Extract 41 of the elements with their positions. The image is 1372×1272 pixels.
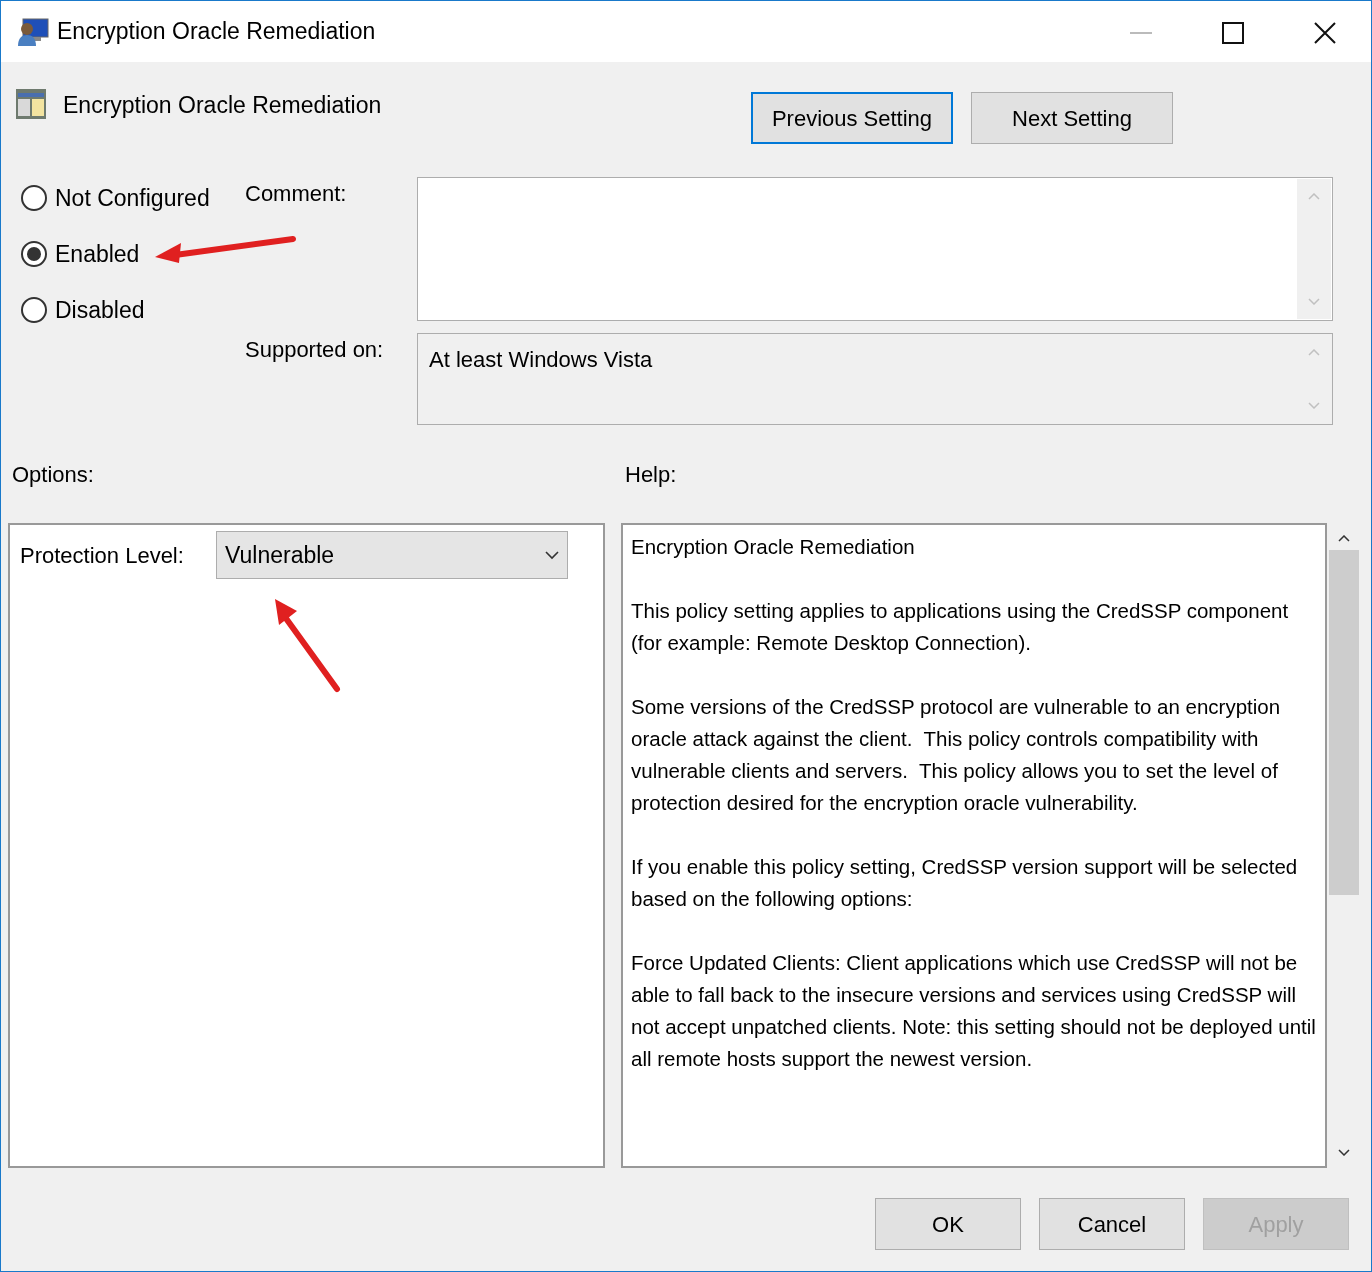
previous-setting-button[interactable]: Previous Setting bbox=[751, 92, 953, 144]
chevron-down-icon bbox=[545, 550, 559, 560]
scroll-down-icon bbox=[1308, 298, 1320, 305]
options-label: Options: bbox=[12, 460, 95, 489]
radio-button[interactable] bbox=[21, 185, 47, 211]
scroll-up-icon bbox=[1338, 535, 1350, 542]
scroll-up-icon bbox=[1308, 349, 1320, 356]
comment-field[interactable] bbox=[417, 177, 1333, 321]
maximize-icon bbox=[1222, 22, 1244, 45]
scroll-up-icon bbox=[1308, 193, 1320, 200]
app-icon bbox=[17, 16, 49, 47]
radio-option[interactable]: Not Configured bbox=[21, 170, 245, 226]
help-paragraph: Encryption Oracle Remediation bbox=[631, 534, 916, 560]
radio-label: Disabled bbox=[55, 295, 145, 325]
radio-label: Enabled bbox=[55, 239, 140, 269]
radio-button[interactable] bbox=[21, 297, 47, 323]
help-paragraph: Force Updated Clients: Client applications which use CredSSP will not be able to fall back to the insecure versions and services using CredSSP will not accept unpatched clients. Note: this setting should not be deployed until all remote hosts support the newest version. bbox=[631, 950, 1317, 1072]
window-title: Encryption Oracle Remediation bbox=[57, 17, 376, 47]
scroll-down-icon bbox=[1338, 1149, 1350, 1156]
radio-button[interactable] bbox=[21, 241, 47, 267]
next-setting-button[interactable]: Next Setting bbox=[971, 92, 1173, 144]
close-icon bbox=[1314, 22, 1336, 45]
help-paragraph: Some versions of the CredSSP protocol are vulnerable to an encryption oracle attack against the client. This policy controls compatibility with vulnerable clients and servers. This policy allows you to set the level of protection desired for the encryption oracle vulnerability. bbox=[631, 694, 1282, 816]
supported-on-value: At least Windows Vista bbox=[429, 346, 653, 374]
dialog-button[interactable]: OK bbox=[875, 1198, 1021, 1250]
minimize-icon bbox=[1130, 32, 1152, 35]
protection-level-label: Protection Level: bbox=[20, 541, 185, 570]
protection-level-dropdown[interactable]: Vulnerable bbox=[216, 531, 568, 579]
setting-name: Encryption Oracle Remediation bbox=[63, 91, 382, 120]
radio-option[interactable]: Disabled bbox=[21, 282, 245, 338]
help-paragraph: This policy setting applies to applications using the CredSSP component (for example: Remote Desktop Connection). bbox=[631, 598, 1290, 656]
supported-on-label: Supported on: bbox=[245, 336, 385, 364]
radio-option[interactable]: Enabled bbox=[21, 226, 245, 282]
help-paragraph: If you enable this policy setting, CredSSP version support will be selected based on the following options: bbox=[631, 854, 1299, 912]
scrollbar-thumb[interactable] bbox=[1329, 550, 1359, 895]
dialog-button[interactable]: Cancel bbox=[1039, 1198, 1185, 1250]
radio-label: Not Configured bbox=[55, 183, 210, 213]
comment-label: Comment: bbox=[245, 180, 348, 208]
help-label: Help: bbox=[625, 460, 677, 489]
policy-setting-icon bbox=[15, 88, 47, 120]
scroll-down-icon bbox=[1308, 402, 1320, 409]
